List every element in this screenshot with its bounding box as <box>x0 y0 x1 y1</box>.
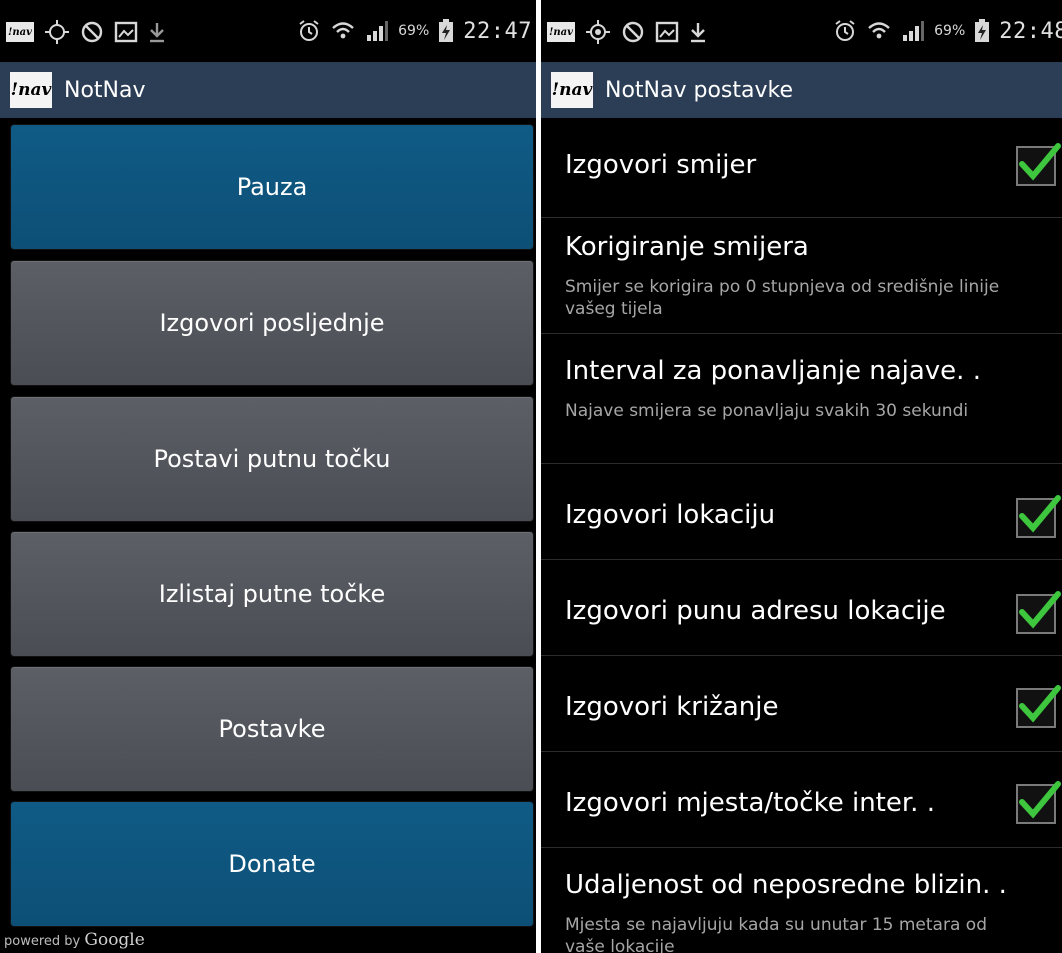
speak-direction-checkbox[interactable] <box>1016 143 1061 186</box>
powered-by-google: powered by Google <box>4 930 145 950</box>
notnav-notification-icon: !nav <box>6 22 34 42</box>
checkmark-icon <box>1019 591 1061 629</box>
main-screen: !nav 69% 22:47 !nav NotNav Pauza Izgovor… <box>0 0 536 953</box>
setting-speak-location[interactable]: Izgovori lokaciju <box>541 464 1062 560</box>
battery-charging-icon <box>438 19 454 43</box>
set-waypoint-button[interactable]: Postavi putnu točku <box>10 396 534 522</box>
battery-charging-icon <box>974 19 990 43</box>
google-brand: Google <box>84 930 145 950</box>
setting-subtitle: Mjesta se najavljuju kada su unutar 15 m… <box>565 915 987 953</box>
setting-title: Izgovori punu adresu lokacije <box>565 596 946 626</box>
setting-speak-places-of-interest[interactable]: Izgovori mjesta/točke inter. . <box>541 752 1062 848</box>
speak-location-checkbox[interactable] <box>1016 495 1061 538</box>
settings-screen: !nav 69% 22:48 !nav NotNav postavke Izgo… <box>541 0 1062 953</box>
setting-title: Udaljenost od neposredne blizin. . <box>565 870 1007 900</box>
alarm-icon <box>297 19 321 43</box>
setting-direction-correction[interactable]: Korigiranje smijera Smijer se korigira p… <box>541 218 1062 334</box>
download-icon <box>148 21 166 43</box>
checkmark-icon <box>1019 143 1061 181</box>
download-icon <box>689 21 707 43</box>
wifi-icon <box>866 19 892 43</box>
app-logo[interactable]: !nav <box>10 72 52 108</box>
signal-icon <box>365 20 389 42</box>
clock: 22:47 <box>463 18 532 44</box>
gps-active-icon <box>585 19 611 45</box>
speak-places-checkbox[interactable] <box>1016 781 1061 824</box>
setting-speak-direction[interactable]: Izgovori smijer <box>541 118 1062 218</box>
wifi-icon <box>330 19 356 43</box>
setting-proximity-distance[interactable]: Udaljenost od neposredne blizin. . Mjest… <box>541 848 1062 953</box>
setting-title: Izgovori lokaciju <box>565 500 776 530</box>
blocked-icon <box>80 20 104 44</box>
setting-title: Izgovori mjesta/točke inter. . <box>565 788 935 818</box>
settings-title: NotNav postavke <box>605 77 793 103</box>
blocked-icon <box>621 20 645 44</box>
main-menu: Pauza Izgovori posljednje Postavi putnu … <box>0 118 536 953</box>
status-bar: !nav 69% <box>0 0 536 62</box>
setting-speak-full-address[interactable]: Izgovori punu adresu lokacije <box>541 560 1062 656</box>
gallery-icon <box>655 21 679 43</box>
checkmark-icon <box>1019 781 1061 819</box>
alarm-icon <box>833 19 857 43</box>
powered-by-prefix: powered by <box>4 934 81 949</box>
battery-percent: 69% <box>934 23 966 39</box>
settings-list: Izgovori smijer Korigiranje smijera Smij… <box>541 118 1062 953</box>
signal-icon <box>901 20 925 42</box>
speak-full-address-checkbox[interactable] <box>1016 591 1061 634</box>
gallery-icon <box>114 21 138 43</box>
status-bar: !nav 69% <box>541 0 1062 62</box>
app-title: NotNav <box>64 77 146 103</box>
app-logo[interactable]: !nav <box>551 72 593 108</box>
checkmark-icon <box>1019 685 1061 723</box>
setting-title: Korigiranje smijera <box>565 232 809 262</box>
setting-title: Izgovori smijer <box>565 150 757 180</box>
speak-intersection-checkbox[interactable] <box>1016 685 1061 728</box>
setting-subtitle: Najave smijera se ponavljaju svakih 30 s… <box>565 401 969 421</box>
setting-repeat-interval[interactable]: Interval za ponavljanje najave. . Najave… <box>541 334 1062 464</box>
setting-title: Interval za ponavljanje najave. . <box>565 356 981 386</box>
donate-button[interactable]: Donate <box>10 801 534 927</box>
settings-button[interactable]: Postavke <box>10 666 534 792</box>
notnav-notification-icon: !nav <box>547 22 575 42</box>
repeat-last-button[interactable]: Izgovori posljednje <box>10 260 534 386</box>
setting-title: Izgovori križanje <box>565 692 779 722</box>
app-bar: !nav NotNav postavke <box>541 62 1062 118</box>
checkmark-icon <box>1019 495 1061 533</box>
list-waypoints-button[interactable]: Izlistaj putne točke <box>10 531 534 657</box>
battery-percent: 69% <box>398 23 430 39</box>
gps-icon <box>44 19 70 45</box>
clock: 22:48 <box>999 18 1062 44</box>
setting-speak-intersection[interactable]: Izgovori križanje <box>541 656 1062 752</box>
pause-button[interactable]: Pauza <box>10 124 534 250</box>
app-bar: !nav NotNav <box>0 62 536 118</box>
setting-subtitle: Smijer se korigira po 0 stupnjeva od sre… <box>565 277 1000 319</box>
